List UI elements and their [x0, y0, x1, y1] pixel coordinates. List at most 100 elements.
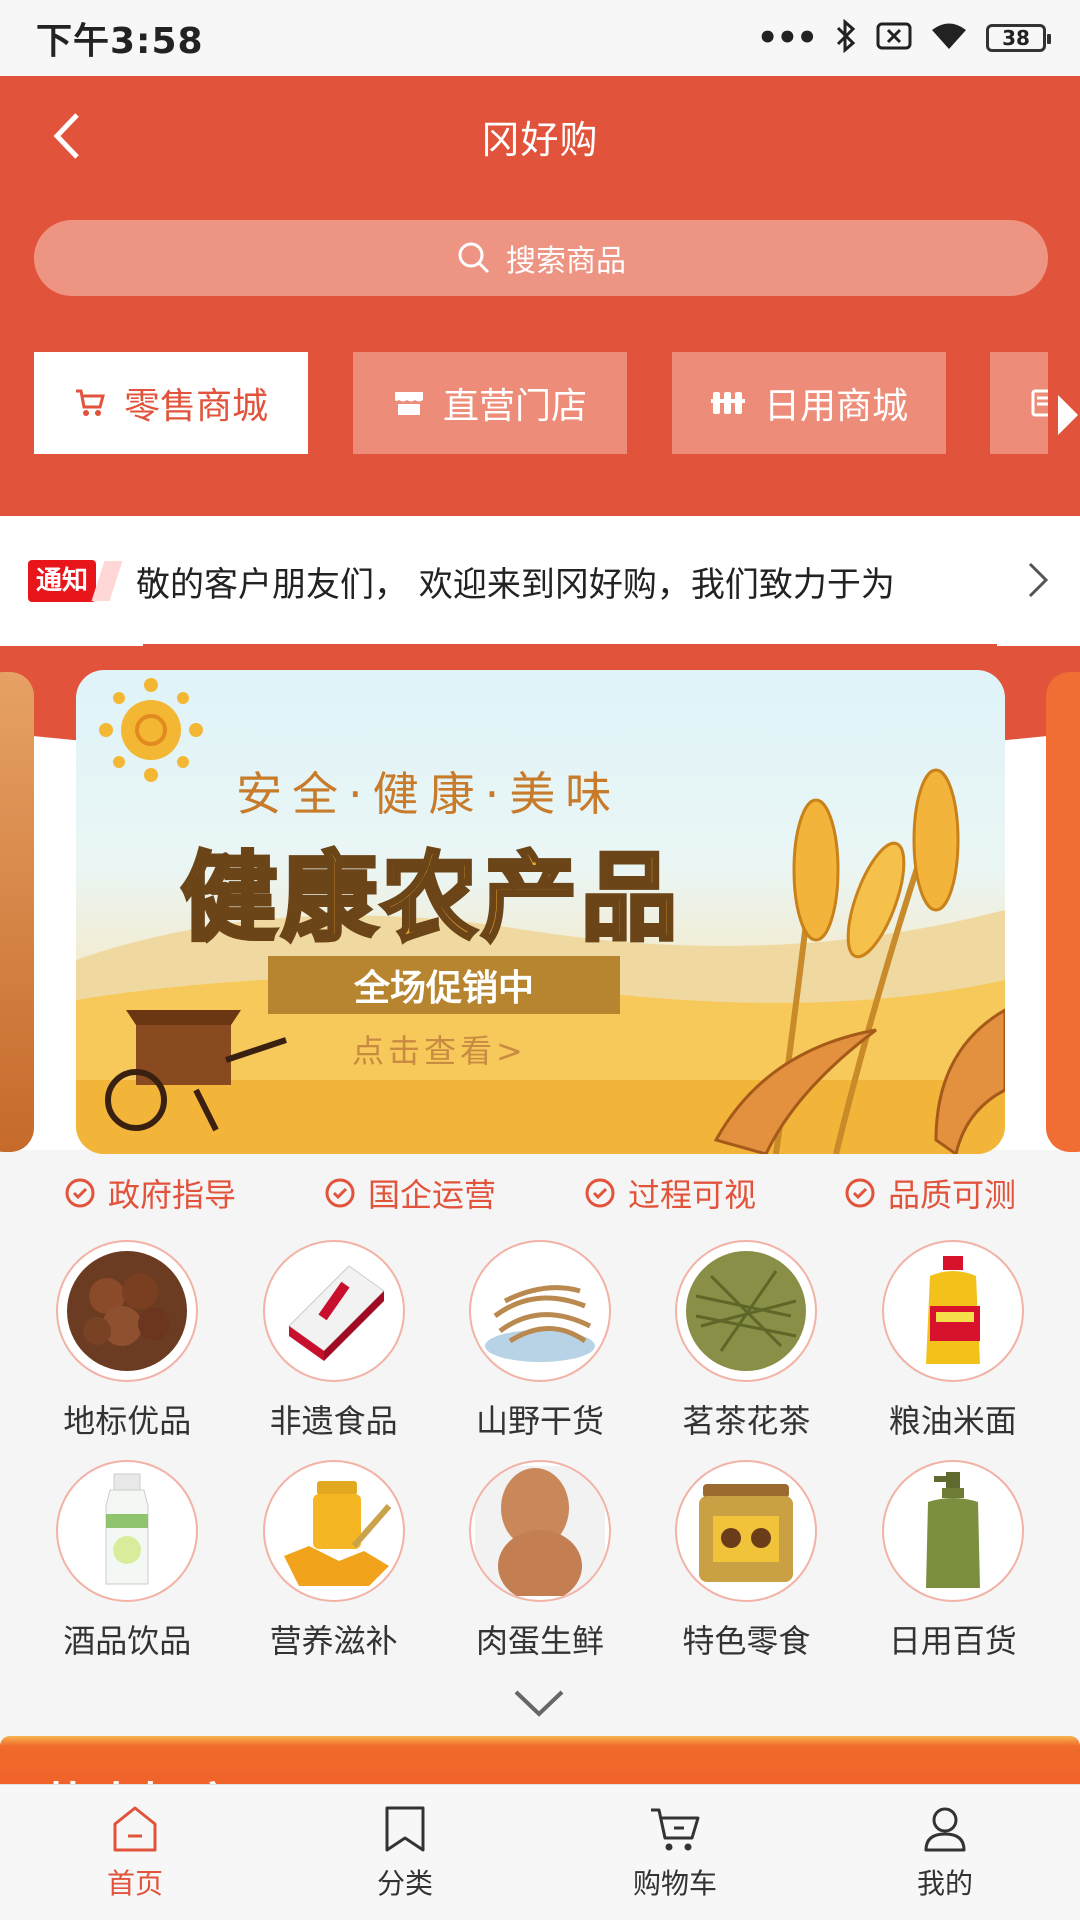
banner-promo-label: 全场促销中	[268, 956, 620, 1014]
tab-daily-mall[interactable]: 日用商城	[672, 352, 946, 454]
notice-badge: 通知	[28, 560, 97, 602]
tea-leaves-icon	[675, 1240, 818, 1382]
tab-label: 直营门店	[442, 386, 587, 427]
nav-cart[interactable]: 购物车	[540, 1785, 810, 1920]
header: 冈好购 搜索商品 零售商城 直营门店 日用商城	[0, 76, 1080, 516]
tab-direct-store[interactable]: 直营门店	[353, 352, 627, 454]
gift-box-icon	[262, 1240, 405, 1382]
chestnut-icon	[56, 1240, 199, 1382]
search-input[interactable]: 搜索商品	[34, 220, 1048, 296]
check-circle-icon	[585, 1178, 615, 1208]
page-title: 冈好购	[481, 117, 599, 162]
bookmark-icon	[385, 1806, 425, 1851]
banner-view-link[interactable]: 点击查看>	[352, 1026, 527, 1072]
active-tab-pointer	[155, 376, 187, 392]
category-tea[interactable]: 茗茶花茶	[643, 1240, 849, 1460]
category-daily-goods[interactable]: 日用百货	[850, 1460, 1056, 1670]
expand-categories-button[interactable]	[512, 1688, 566, 1722]
chevron-right-icon[interactable]	[1026, 560, 1050, 604]
triangle-right-icon	[1058, 395, 1078, 435]
category-fresh[interactable]: 肉蛋生鲜	[437, 1460, 643, 1670]
search-icon	[458, 242, 490, 274]
wifi-icon	[930, 21, 968, 55]
notice-text: 敬的客户朋友们， 欢迎来到冈好购，我们致力于为	[136, 564, 895, 605]
cart-icon	[75, 389, 105, 416]
banner-next-slide[interactable]	[1046, 672, 1080, 1152]
bottom-nav: 首页 分类 购物车 我的	[0, 1784, 1080, 1920]
feature-label: 政府指导	[107, 1176, 236, 1214]
category-label: 茗茶花茶	[682, 1402, 811, 1440]
snack-jar-icon	[675, 1460, 818, 1602]
store-icon	[394, 392, 423, 415]
tabs-scroll-arrow[interactable]	[1056, 390, 1080, 440]
chevron-left-icon	[53, 113, 79, 159]
feature-item: 过程可视	[584, 1170, 756, 1216]
nav-category[interactable]: 分类	[270, 1785, 540, 1920]
category-label: 特色零食	[682, 1622, 811, 1660]
category-label: 肉蛋生鲜	[475, 1622, 604, 1660]
check-circle-icon	[845, 1178, 875, 1208]
oil-bottle-icon	[881, 1240, 1024, 1382]
feature-label: 国企运营	[367, 1176, 496, 1214]
nav-profile[interactable]: 我的	[810, 1785, 1080, 1920]
category-label: 非遗食品	[269, 1402, 398, 1440]
lotion-bottle-icon	[881, 1460, 1024, 1602]
category-label: 地标优品	[63, 1402, 192, 1440]
promo-banner[interactable]: 安全·健康·美味 健康农产品 全场促销中 点击查看>	[76, 670, 1005, 1154]
category-dried-goods[interactable]: 山野干货	[437, 1240, 643, 1460]
banner-tagline: 安全·健康·美味	[236, 767, 622, 821]
banner-prev-slide[interactable]	[0, 672, 34, 1152]
category-drinks[interactable]: 酒品饮品	[24, 1460, 230, 1670]
mall-tabs: 零售商城 直营门店 日用商城	[34, 352, 1048, 454]
banner-title: 健康农产品	[179, 840, 681, 956]
user-icon	[924, 1807, 966, 1851]
category-snacks[interactable]: 特色零食	[643, 1460, 849, 1670]
title-bar: 冈好购	[0, 76, 1080, 196]
feature-item: 国企运营	[324, 1170, 496, 1216]
nav-label: 购物车	[632, 1866, 717, 1900]
feature-item: 品质可测	[844, 1170, 1016, 1216]
sun-icon	[99, 678, 203, 782]
category-label: 日用百货	[888, 1622, 1017, 1660]
more-dots-icon: •••	[756, 18, 818, 58]
category-nutrition[interactable]: 营养滋补	[230, 1460, 436, 1670]
category-grid: 地标优品 非遗食品 山野干货 茗茶花茶 粮油米面 酒品饮品 营养滋补 肉蛋生鲜 …	[24, 1240, 1056, 1670]
eggs-icon	[468, 1460, 611, 1602]
chevron-down-icon	[514, 1690, 564, 1717]
tab-retail-mall[interactable]: 零售商城	[34, 352, 308, 454]
app-screen: { "status_bar": { "time": "下午3:58", "dot…	[0, 0, 1080, 1920]
sim-off-icon	[876, 21, 912, 55]
feature-label: 品质可测	[887, 1176, 1016, 1214]
category-label: 酒品饮品	[63, 1622, 192, 1660]
status-time: 下午3:58	[36, 21, 204, 62]
nav-label: 我的	[916, 1866, 973, 1900]
check-circle-icon	[325, 1178, 355, 1208]
tab-label: 日用商城	[763, 386, 908, 427]
honey-icon	[262, 1460, 405, 1602]
notice-flag-icon	[91, 561, 123, 601]
notice-bar[interactable]: 通知 敬的客户朋友们， 欢迎来到冈好购，我们致力于为	[0, 516, 1080, 646]
status-bar: 下午3:58 ••• 38	[0, 0, 1080, 76]
drink-bottle-icon	[56, 1460, 199, 1602]
category-label: 营养滋补	[269, 1622, 398, 1660]
feature-item: 政府指导	[64, 1170, 236, 1216]
mushroom-icon	[468, 1240, 611, 1382]
category-landmark[interactable]: 地标优品	[24, 1240, 230, 1460]
category-grain-oil[interactable]: 粮油米面	[850, 1240, 1056, 1460]
category-label: 山野干货	[475, 1402, 604, 1440]
cart-icon	[651, 1808, 700, 1850]
battery-icon: 38	[986, 24, 1051, 52]
tab-more[interactable]	[990, 352, 1048, 454]
nav-label: 分类	[376, 1866, 433, 1900]
bluetooth-icon	[834, 18, 858, 57]
tab-label: 零售商城	[123, 386, 268, 427]
feature-row: 政府指导 国企运营 过程可视 品质可测	[0, 1150, 1080, 1236]
back-button[interactable]	[36, 106, 96, 166]
document-icon	[1031, 389, 1048, 417]
nav-label: 首页	[106, 1866, 163, 1900]
search-placeholder: 搜索商品	[506, 244, 626, 279]
category-heritage[interactable]: 非遗食品	[230, 1240, 436, 1460]
check-circle-icon	[65, 1178, 95, 1208]
nav-home[interactable]: 首页	[0, 1785, 270, 1920]
daily-icon	[710, 392, 745, 414]
